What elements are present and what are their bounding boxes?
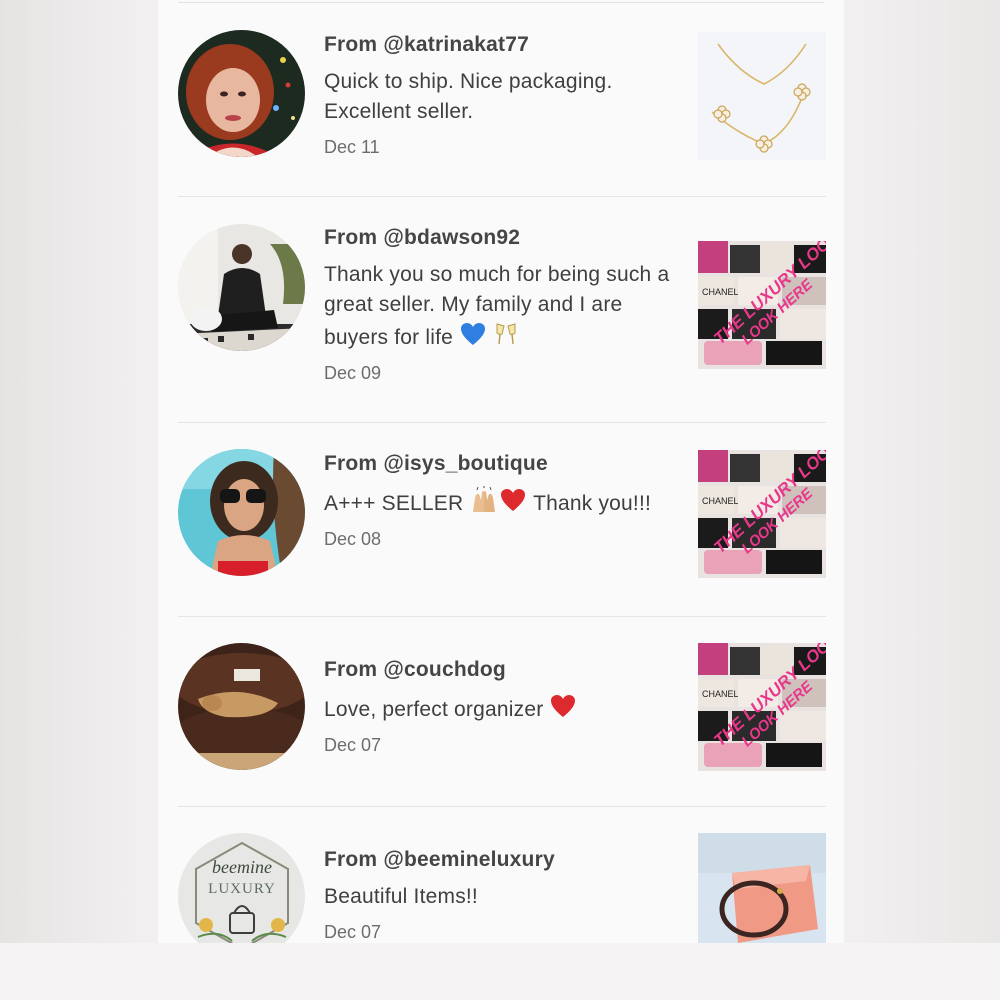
from-label: From (324, 33, 384, 56)
blue-heart-icon (461, 323, 486, 345)
review-item: beemine LUXURY From @beemineluxury Beaut… (178, 807, 826, 943)
item-thumbnail[interactable]: CHANEL THE LUXURY LOOP LOOK HERE (698, 643, 826, 771)
beemine-luxury-logo: beemine LUXURY (178, 833, 305, 943)
champagne-glasses-icon (496, 323, 516, 345)
review-date: Dec 08 (324, 529, 382, 549)
reviewer-handle[interactable]: From @couchdog (324, 657, 674, 683)
reviewer-handle[interactable]: From @katrinakat77 (324, 32, 674, 58)
review-text: From @beemineluxury Beautiful Items!! De… (324, 847, 674, 943)
review-date: Dec 09 (324, 363, 382, 383)
review-message: Beautiful Items!! (324, 885, 478, 908)
reviews-panel: From @katrinakat77 Quick to ship. Nice p… (158, 0, 844, 943)
review-item: From @katrinakat77 Quick to ship. Nice p… (178, 0, 826, 197)
luxury-loop-bags-photo: CHANEL THE LUXURY LOOP LOOK HERE (698, 643, 826, 771)
red-heart-icon (501, 489, 526, 511)
from-label: From (324, 658, 384, 681)
screenshot-stage: From @katrinakat77 Quick to ship. Nice p… (0, 0, 1000, 1000)
reviewer-avatar[interactable] (178, 224, 305, 351)
woman-red-hair-photo (178, 30, 305, 157)
review-message: Thank you so much for being such a great… (324, 260, 674, 353)
bag-brand-text: CHANEL (702, 689, 739, 699)
person-seated-photo (178, 224, 305, 351)
reviewer-avatar[interactable] (178, 643, 305, 770)
review-item: From @isys_boutique A+++ SELLER Thank yo… (178, 423, 826, 617)
bag-brand-text: CHANEL (702, 496, 739, 506)
handle-text: @couchdog (383, 658, 506, 681)
review-item: From @bdawson92 Thank you so much for be… (178, 197, 826, 423)
message-text: Thank you!!! (527, 492, 652, 515)
review-text: From @isys_boutique A+++ SELLER Thank yo… (324, 451, 674, 550)
reviewer-handle[interactable]: From @isys_boutique (324, 451, 674, 477)
message-text: A+++ SELLER (324, 492, 470, 515)
item-thumbnail[interactable] (698, 833, 826, 943)
item-thumbnail[interactable]: CHANEL THE LUXURY LOOP LOOK HERE (698, 450, 826, 578)
item-thumbnail[interactable] (698, 32, 826, 160)
woman-sunglasses-pool-photo (178, 449, 305, 576)
review-date: Dec 11 (324, 137, 380, 157)
bottom-caption-strip (0, 943, 1000, 1000)
reviewer-handle[interactable]: From @bdawson92 (324, 225, 674, 251)
reviewer-avatar[interactable] (178, 449, 305, 576)
review-date: Dec 07 (324, 735, 382, 755)
review-item: From @couchdog Love, perfect organizer D… (178, 617, 826, 807)
review-text: From @couchdog Love, perfect organizer D… (324, 657, 674, 756)
luxury-loop-bags-photo: CHANEL THE LUXURY LOOP LOOK HERE (698, 450, 826, 578)
bag-brand-text: CHANEL (702, 287, 739, 297)
reviewer-handle[interactable]: From @beemineluxury (324, 847, 674, 873)
review-message: A+++ SELLER Thank you!!! (324, 486, 674, 519)
reviewer-avatar[interactable] (178, 30, 305, 157)
item-thumbnail[interactable]: CHANEL THE LUXURY LOOP LOOK HERE (698, 241, 826, 369)
handle-text: @bdawson92 (383, 226, 521, 249)
from-label: From (324, 452, 384, 475)
handle-text: @beemineluxury (383, 848, 555, 871)
message-text: Love, perfect organizer (324, 698, 550, 721)
handle-text: @katrinakat77 (383, 33, 529, 56)
dog-on-couch-photo (178, 643, 305, 770)
from-label: From (324, 848, 384, 871)
raising-hands-icon (473, 486, 496, 512)
from-label: From (324, 226, 384, 249)
red-heart-icon (551, 695, 576, 717)
review-text: From @katrinakat77 Quick to ship. Nice p… (324, 32, 674, 158)
review-message: Quick to ship. Nice packaging. Excellent… (324, 70, 613, 123)
luxury-loop-bags-photo: CHANEL THE LUXURY LOOP LOOK HERE (698, 241, 826, 369)
bracelet-pink-box-photo (698, 833, 826, 943)
gold-clover-bracelet-photo (698, 32, 826, 160)
handle-text: @isys_boutique (383, 452, 548, 475)
reviewer-avatar[interactable]: beemine LUXURY (178, 833, 305, 943)
review-message: Love, perfect organizer (324, 692, 674, 725)
logo-text: beemine (212, 857, 272, 877)
logo-text: LUXURY (208, 881, 276, 897)
review-text: From @bdawson92 Thank you so much for be… (324, 225, 674, 384)
review-date: Dec 07 (324, 922, 382, 942)
